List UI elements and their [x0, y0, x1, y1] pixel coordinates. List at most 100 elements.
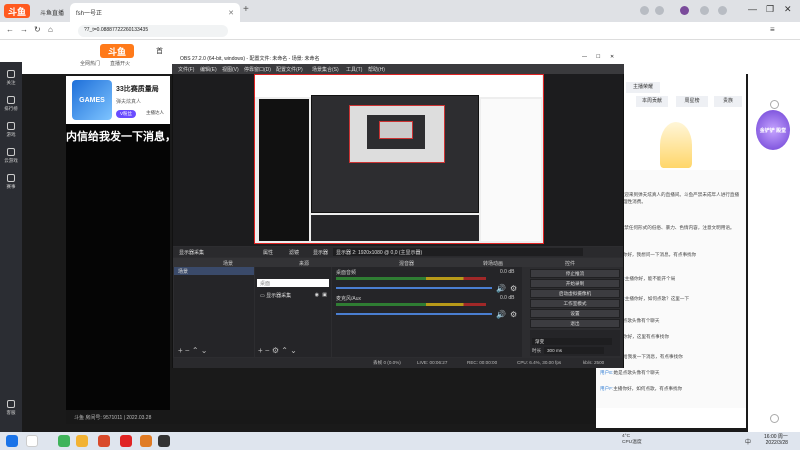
menu-view[interactable]: 视图(V)	[222, 66, 239, 73]
tab-label: fsh一号正	[76, 11, 103, 17]
audio-meter	[336, 303, 486, 306]
browser-tab-bar: 斗鱼 斗鱼直播 ✕ fsh一号正 ✕ + — ❐ ✕	[0, 0, 800, 22]
refresh-icon[interactable]: ↻	[34, 25, 41, 34]
input-language[interactable]: 中	[745, 437, 751, 446]
chat-input-area[interactable]	[596, 408, 746, 428]
close-button[interactable]: ✕	[784, 4, 792, 15]
menu-docks[interactable]: 停靠窗口(D)	[244, 66, 271, 73]
browser-brand-logo[interactable]: 斗鱼	[4, 4, 30, 18]
menu-tools[interactable]: 工具(T)	[346, 66, 362, 73]
source-item[interactable]: 桌面	[257, 279, 329, 287]
site-logo[interactable]: 斗鱼	[100, 44, 134, 58]
eye-icon[interactable]: ◉	[315, 292, 319, 298]
more-icon[interactable]: ≡	[770, 25, 775, 34]
source-item[interactable]: ▭ 显示器采集 ◉ ▣	[257, 291, 329, 299]
menu-file[interactable]: 文件(F)	[178, 66, 194, 73]
rail-item-games[interactable]: 游戏	[2, 122, 20, 138]
video-app-icon[interactable]	[120, 435, 132, 447]
app-icon[interactable]	[58, 435, 70, 447]
transition-select[interactable]: 渐变	[532, 338, 612, 345]
forward-icon[interactable]: →	[20, 25, 28, 34]
streamer-name[interactable]: 弹夫炫真人	[116, 98, 141, 105]
virtual-camera-button[interactable]: 启动虚拟摄像机	[530, 289, 620, 298]
obs-maximize-button[interactable]: ☐	[596, 54, 600, 60]
add-icon[interactable]	[770, 100, 779, 109]
search-icon[interactable]	[26, 435, 38, 447]
tab-active[interactable]: fsh一号正 ✕	[70, 3, 240, 22]
fan-badge[interactable]: V粉丝	[116, 110, 137, 118]
gear-icon[interactable]: ⚙	[510, 310, 517, 319]
remove-icon[interactable]: −	[185, 346, 190, 355]
tab-weekly-stars[interactable]: 周星榜	[676, 96, 708, 107]
rail-item-events[interactable]: 赛事	[2, 174, 20, 190]
chevron-down-icon[interactable]: ⌄	[290, 346, 297, 355]
gear-icon[interactable]: ⚙	[272, 346, 279, 355]
source-name: 显示器采集	[179, 250, 205, 256]
display-select[interactable]: 显示器 2: 1920x1080 @ 0,0 (主显示器)	[333, 248, 583, 256]
rail-item-ranking[interactable]: 排行榜	[2, 96, 20, 112]
remove-icon[interactable]: −	[265, 346, 270, 355]
rail-item-cloud-games[interactable]: 云游戏	[2, 148, 20, 164]
clock[interactable]: 16:00 周一 2022/3/28	[764, 434, 788, 446]
weather-widget[interactable]: 4°C CPU温度	[622, 434, 642, 446]
speaker-icon[interactable]: 🔊	[496, 310, 506, 319]
obs-close-button[interactable]: ✕	[610, 54, 614, 60]
douyu-icon[interactable]	[140, 435, 152, 447]
status-rec: REC: 00:00:00	[467, 360, 498, 365]
search-icon[interactable]	[655, 6, 664, 15]
back-icon[interactable]: ←	[6, 25, 14, 34]
mascot-illustration	[660, 122, 692, 168]
settings-icon[interactable]	[718, 6, 727, 15]
rail-item-service[interactable]: 客服	[2, 400, 20, 416]
chevron-up-icon[interactable]: ⌃	[281, 346, 288, 355]
scene-item[interactable]: 场景	[174, 267, 254, 275]
menu-help[interactable]: 帮助(H)	[368, 66, 385, 73]
volume-slider[interactable]	[336, 287, 492, 289]
menu-icon[interactable]	[640, 6, 649, 15]
exit-button[interactable]: 退出	[530, 319, 620, 328]
url-input[interactable]: ?7_t=0.08887722260133435	[78, 25, 228, 37]
close-icon[interactable]: ✕	[228, 9, 234, 17]
menu-profile[interactable]: 配置文件(P)	[276, 66, 303, 73]
scroll-top-icon[interactable]	[770, 414, 779, 423]
obs-icon[interactable]	[158, 435, 170, 447]
tab-nobility[interactable]: 贵族	[714, 96, 742, 107]
home-icon[interactable]: ⌂	[48, 25, 53, 34]
add-icon[interactable]: +	[258, 346, 263, 355]
promo-badge[interactable]: 金铲铲 殿堂	[756, 110, 790, 150]
obs-minimize-button[interactable]: —	[582, 54, 587, 60]
properties-button[interactable]: 属性	[263, 249, 273, 256]
speaker-icon[interactable]: 🔊	[496, 284, 506, 293]
settings-button[interactable]: 设置	[530, 309, 620, 318]
lock-icon[interactable]: ▣	[322, 292, 327, 298]
room-avatar[interactable]: GAMES	[72, 80, 112, 120]
stop-streaming-button[interactable]: 停止推流	[530, 269, 620, 278]
video-player[interactable]	[66, 124, 170, 420]
minimize-button[interactable]: —	[748, 4, 757, 14]
avatar[interactable]	[680, 6, 689, 15]
menu-edit[interactable]: 编辑(E)	[200, 66, 217, 73]
volume-slider[interactable]	[336, 313, 492, 315]
folder-icon[interactable]	[76, 435, 88, 447]
chevron-down-icon[interactable]: ⌄	[201, 346, 208, 355]
start-icon[interactable]	[6, 435, 18, 447]
obs-preview[interactable]	[254, 74, 544, 244]
start-recording-button[interactable]: 开始录制	[530, 279, 620, 288]
shirt-icon[interactable]	[700, 6, 709, 15]
studio-mode-button[interactable]: 工作室模式	[530, 299, 620, 308]
add-icon[interactable]: +	[178, 346, 183, 355]
menu-scene-collection[interactable]: 场景集合(S)	[312, 66, 339, 73]
new-tab-icon[interactable]: +	[243, 4, 249, 15]
rail-item-follow[interactable]: 关注	[2, 70, 20, 86]
tab-weekly-contribution[interactable]: 本周贡献	[636, 96, 668, 107]
filters-button[interactable]: 滤镜	[289, 249, 299, 256]
duration-input[interactable]: 300 ms	[544, 347, 604, 354]
tab-anchor-honor[interactable]: 主播荣耀	[626, 82, 660, 93]
gear-icon[interactable]: ⚙	[510, 284, 517, 293]
nav-home[interactable]: 首	[156, 46, 163, 56]
restore-button[interactable]: ❐	[766, 4, 774, 15]
site-nav-second[interactable]: 直播开火	[110, 60, 130, 67]
chevron-up-icon[interactable]: ⌃	[192, 346, 199, 355]
site-nav-first[interactable]: 全网热门	[80, 60, 100, 67]
browser-icon[interactable]	[98, 435, 110, 447]
